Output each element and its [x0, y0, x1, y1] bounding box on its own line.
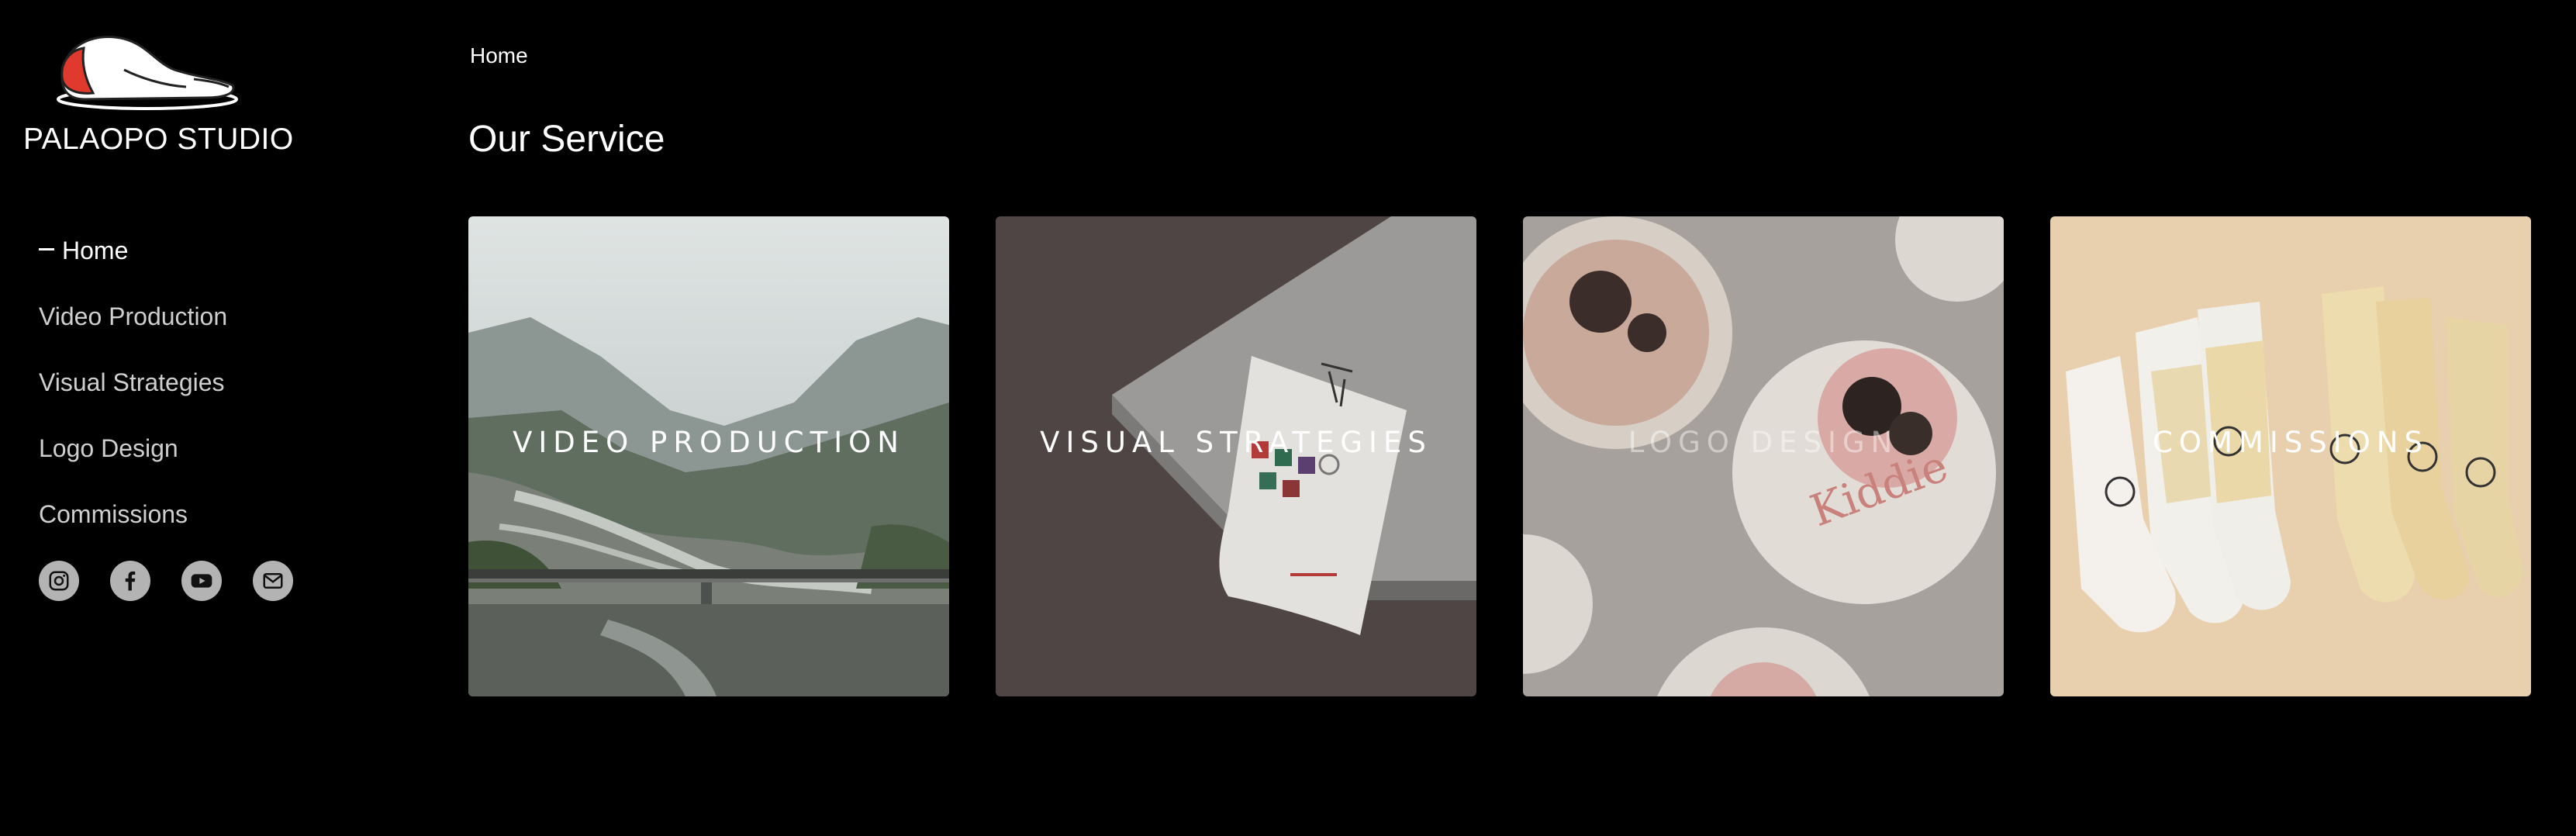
nav-item-home[interactable]: Home — [39, 231, 227, 297]
card-label: COMMISSIONS — [2153, 426, 2429, 459]
nav-item-logo-design[interactable]: Logo Design — [39, 429, 227, 495]
email-button[interactable] — [253, 561, 293, 601]
active-indicator — [39, 248, 54, 251]
sleeping-figure-logo-icon[interactable] — [39, 23, 248, 116]
card-label: LOGO DESIGN — [1628, 426, 1899, 459]
facebook-icon — [125, 571, 136, 591]
youtube-button[interactable] — [181, 561, 222, 601]
service-card-video-production[interactable]: VIDEO PRODUCTION — [468, 216, 949, 696]
email-icon — [263, 573, 283, 589]
nav-item-commissions[interactable]: Commissions — [39, 495, 227, 561]
page-title: Our Service — [468, 119, 665, 160]
nav-item-label: Home — [62, 237, 129, 264]
nav-item-label: Commissions — [39, 500, 188, 528]
main-nav: Home Video Production Visual Strategies … — [39, 231, 227, 561]
nav-item-video-production[interactable]: Video Production — [39, 297, 227, 363]
instagram-icon — [49, 571, 69, 591]
breadcrumb[interactable]: Home — [470, 43, 528, 68]
nav-item-label: Logo Design — [39, 434, 178, 462]
nav-item-visual-strategies[interactable]: Visual Strategies — [39, 363, 227, 429]
service-cards: VIDEO PRODUCTION VISUAL STRATEGIES Kiddi… — [468, 216, 2531, 696]
brand-name[interactable]: PALAOPO STUDIO — [23, 123, 294, 157]
facebook-button[interactable] — [110, 561, 150, 601]
social-links — [39, 561, 293, 601]
service-card-visual-strategies[interactable]: VISUAL STRATEGIES — [996, 216, 1476, 696]
card-label: VIDEO PRODUCTION — [513, 426, 905, 459]
nav-item-label: Video Production — [39, 302, 228, 330]
card-label: VISUAL STRATEGIES — [1040, 426, 1432, 459]
youtube-icon — [191, 574, 212, 588]
sidebar: PALAOPO STUDIO Home Video Production Vis… — [0, 0, 434, 836]
instagram-button[interactable] — [39, 561, 79, 601]
service-card-logo-design[interactable]: Kiddie LOGO DESIGN — [1523, 216, 2004, 696]
service-card-commissions[interactable]: COMMISSIONS — [2050, 216, 2531, 696]
nav-item-label: Visual Strategies — [39, 368, 225, 396]
